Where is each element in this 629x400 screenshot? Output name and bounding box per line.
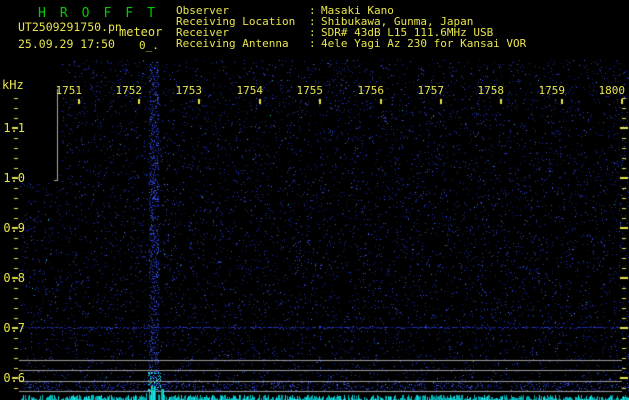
info-row-location: Receiving Location : Shibukawa, Gunma, J… bbox=[176, 15, 628, 28]
time-tick-label: 1758 bbox=[477, 84, 505, 97]
info-colon: : bbox=[309, 37, 316, 50]
freq-tick-label: 0.9 bbox=[3, 221, 25, 235]
info-row-antenna: Receiving Antenna : 4ele Yagi Az 230 for… bbox=[176, 37, 628, 50]
info-row-receiver: Receiver : SDR# 43dB L15 111.6MHz USB bbox=[176, 26, 628, 39]
time-tick-label: 1753 bbox=[175, 84, 203, 97]
freq-tick-label: 1.1 bbox=[3, 121, 25, 135]
time-tick-label: 1757 bbox=[417, 84, 445, 97]
info-label: Receiving Antenna bbox=[176, 37, 289, 50]
time-tick-label: 1759 bbox=[538, 84, 566, 97]
freq-axis-unit: kHz bbox=[2, 78, 24, 92]
mode-label: meteor bbox=[119, 25, 163, 39]
freq-tick-label: 0.7 bbox=[3, 321, 25, 335]
time-tick-label: 1755 bbox=[296, 84, 324, 97]
observation-datetime: 25.09.29 17:50 bbox=[18, 37, 115, 51]
app-title: HROFFT bbox=[38, 6, 169, 21]
time-tick-label: 1756 bbox=[357, 84, 385, 97]
spectrogram-canvas bbox=[0, 0, 629, 400]
info-row-observer: Observer : Masaki Kano bbox=[176, 4, 628, 17]
freq-tick-label: 1.0 bbox=[3, 171, 25, 185]
time-tick-label: 1751 bbox=[55, 84, 83, 97]
echo-counter: 0_. bbox=[139, 39, 159, 52]
time-tick-label: 1754 bbox=[236, 84, 264, 97]
freq-tick-label: 0.8 bbox=[3, 271, 25, 285]
time-tick-label: 1752 bbox=[115, 84, 143, 97]
time-tick-label: 1800 bbox=[598, 84, 626, 97]
freq-tick-label: 0.6 bbox=[3, 371, 25, 385]
info-value: 4ele Yagi Az 230 for Kansai VOR bbox=[321, 37, 527, 50]
hrofft-screen: HROFFT UT2509291750.pn meteor 25.09.29 1… bbox=[0, 0, 629, 400]
output-filename: UT2509291750.pn bbox=[18, 20, 122, 34]
